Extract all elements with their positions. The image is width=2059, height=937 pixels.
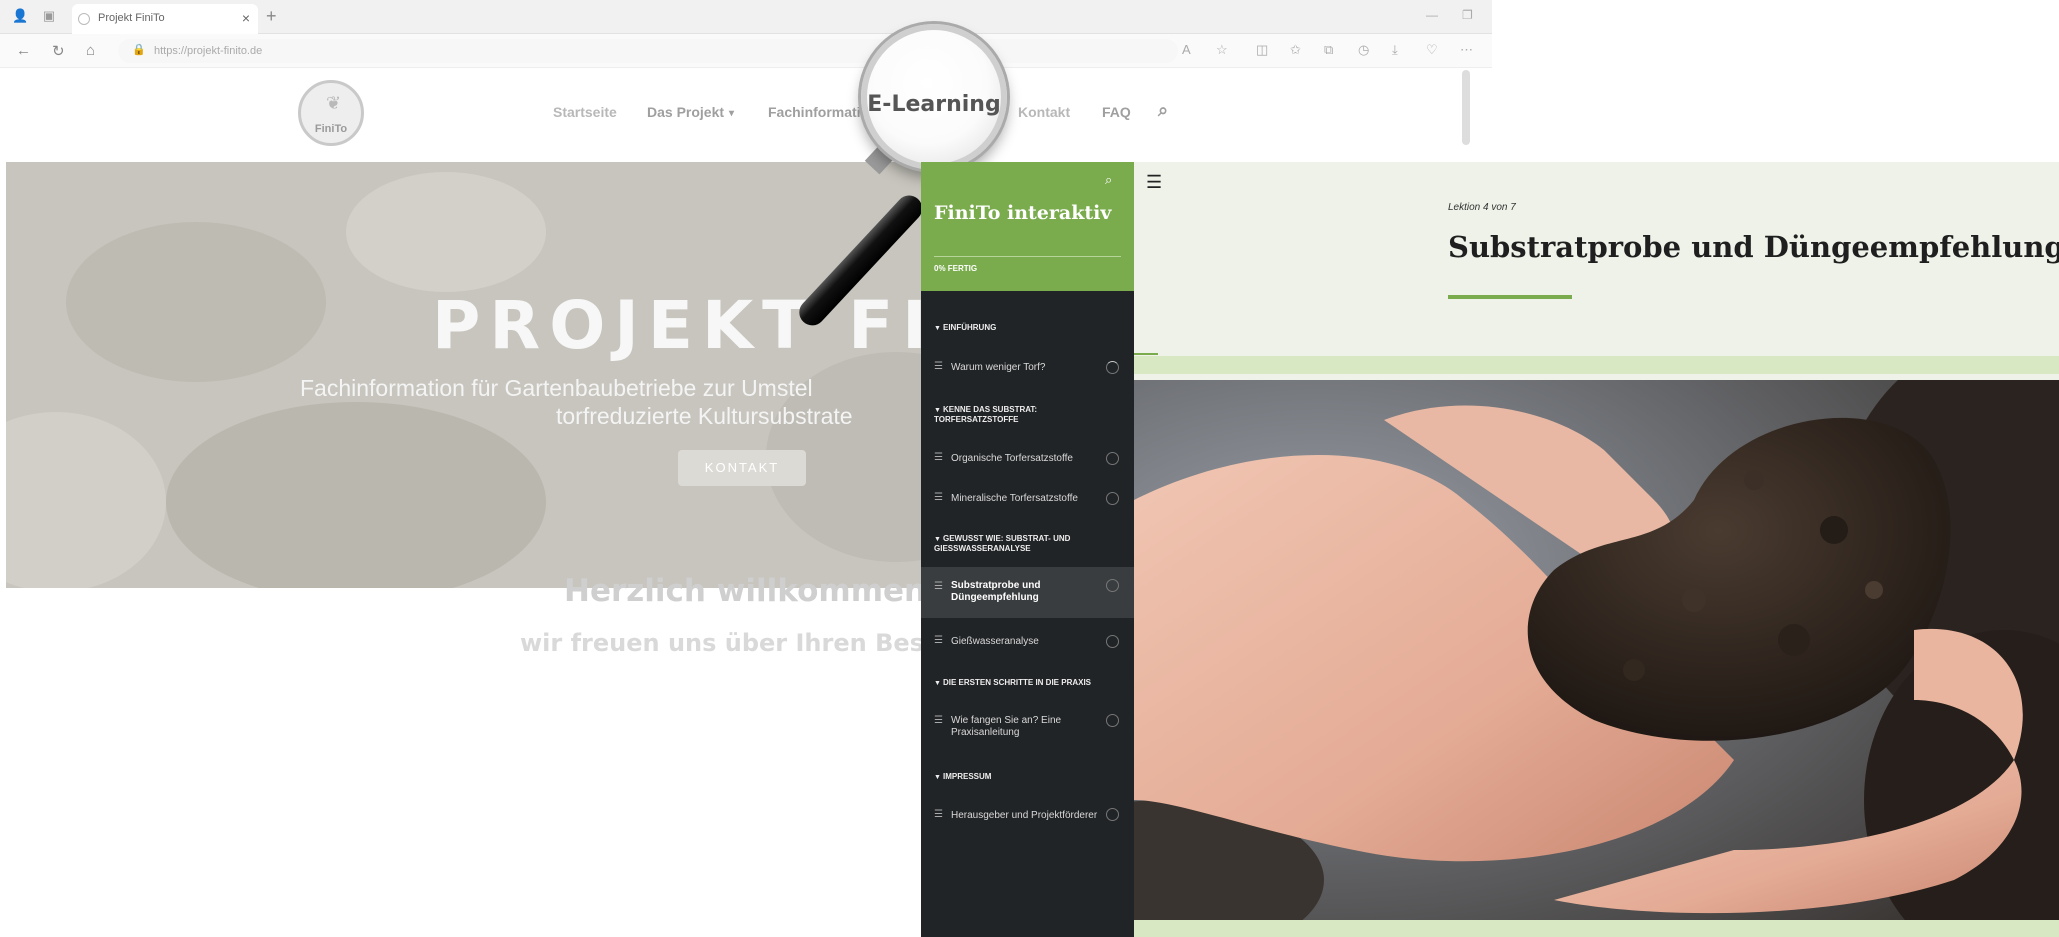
caret-down-icon: ▼ [934, 536, 941, 543]
elearning-panel: ⌕ FiniTo interaktiv 0% FERTIG ▼ EINFÜHRUN… [921, 162, 2059, 937]
tab-bar: 👤 ▣ Projekt FiniTo × + — ❐ [0, 0, 1492, 34]
more-menu-icon[interactable]: ⋯ [1460, 42, 1473, 58]
close-tab-icon[interactable]: × [242, 10, 250, 26]
kontakt-button[interactable]: KONTAKT [678, 450, 806, 486]
nav-faq[interactable]: FAQ [1102, 104, 1131, 120]
course-sidebar: ⌕ FiniTo interaktiv 0% FERTIG ▼ EINFÜHRUN… [921, 162, 1134, 937]
section-header[interactable]: ▼ DIE ERSTEN SCHRITTE IN DIE PRAXIS [934, 678, 1104, 688]
status-circle-icon [1106, 361, 1119, 374]
profile-icon[interactable]: 👤 [12, 9, 28, 23]
status-circle-icon [1106, 714, 1119, 727]
lesson-item-active[interactable]: ☰ Substratprobe und Düngeempfehlung [921, 567, 1134, 618]
performance-icon[interactable]: ♡ [1426, 42, 1438, 58]
address-bar-row: ← ↻ ⌂ 🔒 https://projekt-finito.de A ☆ ◫ … [0, 34, 1492, 68]
refresh-icon[interactable]: ↻ [52, 42, 65, 60]
chevron-down-icon[interactable]: ▾ [729, 108, 734, 119]
lesson-item[interactable]: ☰ Mineralische Torfersatzstoffe [921, 484, 1134, 514]
nav-kontakt[interactable]: Kontakt [1018, 104, 1070, 120]
caret-down-icon: ▼ [934, 407, 941, 414]
welcome-heading: Herzlich willkommen, [564, 573, 938, 609]
lesson-item[interactable]: ☰ Gießwasseranalyse [921, 627, 1134, 657]
caret-down-icon: ▼ [934, 325, 941, 332]
lock-icon: 🔒 [132, 44, 146, 56]
search-icon[interactable]: ⌕ [1105, 172, 1112, 188]
progress-text: 0% FERTIG [934, 264, 978, 273]
green-band-bottom [1134, 920, 2059, 937]
composite-screenshot: 👤 ▣ Projekt FiniTo × + — ❐ ← ↻ ⌂ 🔒 https… [0, 0, 2059, 937]
lesson-item[interactable]: ☰ Herausgeber und Projektförderer [921, 796, 1134, 826]
welcome-subheading: wir freuen uns über Ihren Besu [520, 629, 942, 657]
history-icon[interactable]: ◷ [1358, 42, 1369, 58]
status-circle-icon [1106, 452, 1119, 465]
caret-down-icon: ▼ [934, 680, 941, 687]
lesson-label: Substratprobe und Düngeempfehlung [951, 580, 1041, 603]
hamburger-menu-icon[interactable]: ☰ [1146, 172, 1162, 193]
favorite-star-icon[interactable]: ☆ [1216, 42, 1228, 58]
status-circle-icon [1106, 635, 1119, 648]
lesson-label: Gießwasseranalyse [951, 636, 1039, 647]
title-underline [1448, 295, 1572, 299]
site-header: ❦ FiniTo Startseite Das Projekt ▾ Fachin… [6, 68, 1480, 162]
lesson-icon: ☰ [934, 361, 943, 372]
band-accent [1134, 353, 1158, 355]
favicon-icon [78, 13, 90, 25]
collections-icon[interactable]: ⧉ [1324, 42, 1333, 58]
green-band-top [1134, 356, 2059, 374]
restore-icon[interactable]: ❐ [1462, 8, 1473, 22]
page-scrollbar[interactable] [1462, 70, 1470, 145]
course-title: FiniTo interaktiv [934, 202, 1112, 224]
status-circle-icon [1106, 492, 1119, 505]
lesson-title: Substratprobe und Düngeempfehlung [1448, 230, 2059, 264]
lesson-item[interactable]: ☰ Wie fangen Sie an? Eine Praxisanleitun… [921, 702, 1134, 744]
lesson-item[interactable]: ☰ Warum weniger Torf? [921, 353, 1134, 383]
lesson-icon: ☰ [934, 581, 943, 592]
lesson-icon: ☰ [934, 492, 943, 503]
url-bar[interactable]: 🔒 https://projekt-finito.de [118, 39, 1178, 63]
nav-fachinformationen[interactable]: Fachinformationen [768, 104, 894, 120]
section-header[interactable]: ▼ GEWUSST WIE: SUBSTRAT- UND GIESSWASSERA… [934, 534, 1104, 553]
minimize-icon[interactable]: — [1426, 8, 1438, 22]
back-icon[interactable]: ← [16, 42, 31, 59]
favorites-icon[interactable]: ✩ [1290, 42, 1301, 58]
home-icon[interactable]: ⌂ [86, 42, 95, 59]
lesson-item[interactable]: ☰ Organische Torfersatzstoffe [921, 444, 1134, 474]
lesson-counter: Lektion 4 von 7 [1448, 202, 1516, 213]
lesson-icon: ☰ [934, 635, 943, 646]
logo-text: FiniTo [314, 123, 348, 135]
lesson-icon: ☰ [934, 809, 943, 820]
lesson-label: Organische Torfersatzstoffe [951, 453, 1073, 464]
lesson-label: Mineralische Torfersatzstoffe [951, 493, 1078, 504]
tab-actions-icon[interactable]: ▣ [42, 9, 56, 23]
status-circle-icon [1106, 579, 1119, 592]
read-aloud-icon[interactable]: A [1182, 42, 1191, 57]
nav-das-projekt[interactable]: Das Projekt [647, 104, 724, 120]
status-circle-icon [1106, 808, 1119, 821]
url-text: https://projekt-finito.de [154, 45, 263, 57]
lesson-label: Herausgeber und Projektförderer [951, 810, 1098, 821]
section-header[interactable]: ▼ IMPRESSUM [934, 772, 1104, 782]
search-icon[interactable]: ⌕ [1158, 100, 1168, 121]
lesson-content: ☰ Lektion 4 von 7 Substratprobe und Düng… [1134, 162, 2059, 937]
caret-down-icon: ▼ [934, 774, 941, 781]
nav-startseite[interactable]: Startseite [553, 104, 617, 120]
lesson-icon: ☰ [934, 452, 943, 463]
lesson-label: Wie fangen Sie an? Eine Praxisanleitung [951, 715, 1062, 738]
progress-divider [934, 256, 1121, 257]
split-screen-icon[interactable]: ◫ [1256, 42, 1268, 58]
section-header[interactable]: ▼ EINFÜHRUNG [934, 323, 1104, 333]
new-tab-button[interactable]: + [266, 6, 277, 27]
tab-title: Projekt FiniTo [98, 12, 165, 24]
leaf-icon: ❦ [326, 93, 342, 113]
section-header[interactable]: ▼ KENNE DAS SUBSTRAT: TORFERSATZSTOFFE [934, 405, 1104, 424]
lesson-label: Warum weniger Torf? [951, 362, 1046, 373]
downloads-icon[interactable]: ⤓ [1392, 42, 1398, 58]
soil-in-hands-photo [1134, 380, 2059, 920]
site-logo[interactable]: ❦ FiniTo [298, 80, 364, 146]
lesson-icon: ☰ [934, 715, 943, 726]
course-sidebar-header: ⌕ FiniTo interaktiv 0% FERTIG [921, 162, 1134, 291]
browser-tab[interactable]: Projekt FiniTo × [72, 4, 258, 34]
